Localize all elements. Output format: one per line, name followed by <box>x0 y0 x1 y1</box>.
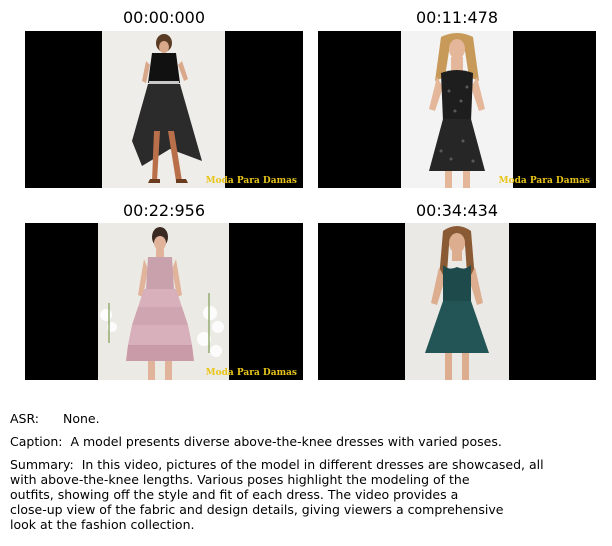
frame-timestamp: 00:11:478 <box>415 8 499 27</box>
summary-block: Summary: In this video, pictures of the m… <box>10 457 544 532</box>
caption-line: Caption: A model presents diverse above-t… <box>10 434 502 449</box>
model-black-lace-dress-figure <box>102 31 225 188</box>
summary-line-1: In this video, pictures of the model in … <box>81 457 544 472</box>
model-photo <box>401 31 513 188</box>
frame-timestamp: 00:34:434 <box>415 201 499 220</box>
model-photo <box>98 223 229 380</box>
summary-line-4: close-up view of the fabric and design d… <box>10 502 504 517</box>
caption-value: A model presents diverse above-the-knee … <box>70 434 502 449</box>
frame-timestamp: 00:22:956 <box>122 201 206 220</box>
model-pink-ruffle-dress-figure <box>98 223 229 380</box>
frame-timestamp: 00:00:000 <box>122 8 206 27</box>
summary-line-2: with above-the-knee lengths. Various pos… <box>10 472 470 487</box>
asr-label: ASR: <box>10 411 39 426</box>
model-photo <box>102 31 225 188</box>
asr-value: None. <box>63 411 100 426</box>
caption-label: Caption: <box>10 434 63 449</box>
asr-line: ASR: None. <box>10 411 100 426</box>
summary-line-3: outfits, showing off the style and fit o… <box>10 487 459 502</box>
model-photo <box>405 223 509 380</box>
summary-label: Summary: <box>10 457 74 472</box>
summary-line-5: look at the fashion collection. <box>10 517 195 532</box>
watermark-text: Moda Para Damas <box>498 176 590 186</box>
video-frame-thumbnail: Moda Para Damas <box>25 31 303 188</box>
video-frame-thumbnail: Moda Para Damas <box>318 31 596 188</box>
video-frame-thumbnail: Moda Para Damas <box>25 223 303 380</box>
video-frame-thumbnail <box>318 223 596 380</box>
summary-first-line: Summary: In this video, pictures of the m… <box>10 457 544 472</box>
watermark-text: Moda Para Damas <box>205 368 297 378</box>
model-teal-skater-dress-figure <box>405 223 509 380</box>
model-black-sequin-dress-figure <box>401 31 513 188</box>
watermark-text: Moda Para Damas <box>205 176 297 186</box>
